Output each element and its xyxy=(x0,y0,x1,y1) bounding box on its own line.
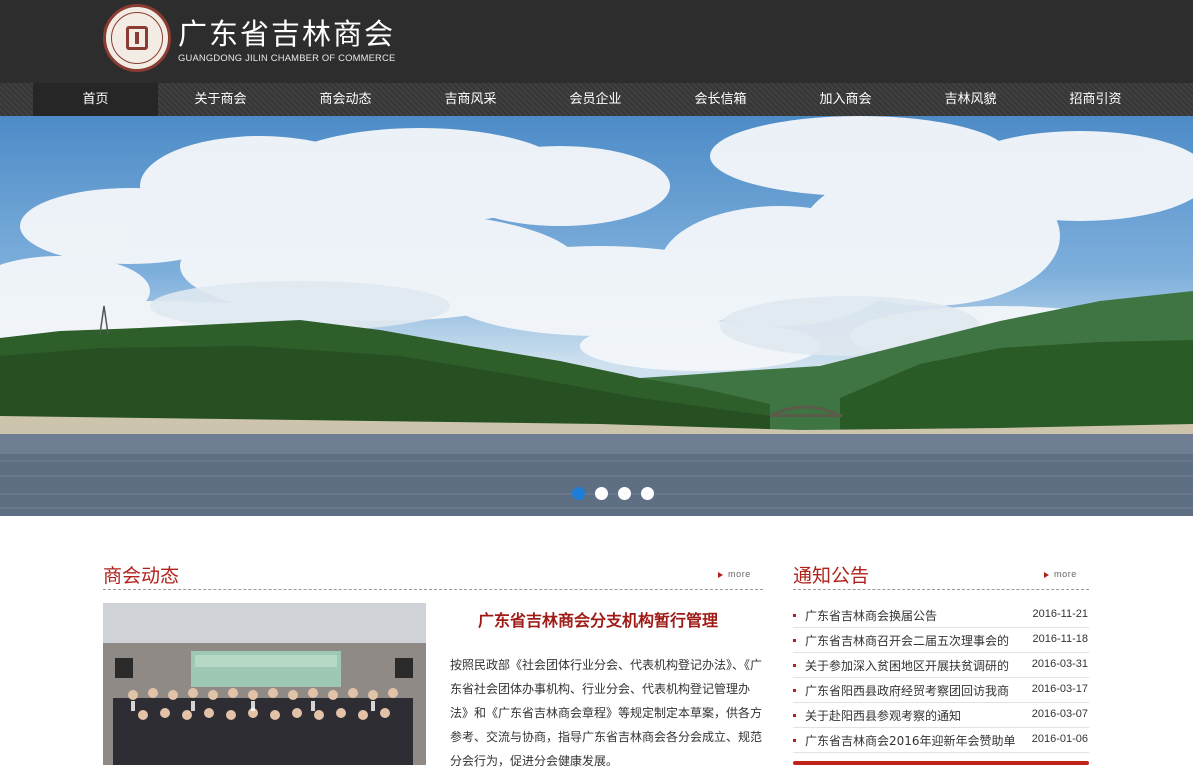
bullet-icon xyxy=(793,689,796,692)
notice-section-title[interactable]: 通知公告 xyxy=(793,561,869,588)
nav-item-member-companies[interactable]: 会员企业 xyxy=(533,83,658,116)
slider-dot-3[interactable] xyxy=(618,487,631,500)
slider-dot-4[interactable] xyxy=(641,487,654,500)
landscape-image xyxy=(0,116,1193,516)
hero-banner[interactable] xyxy=(0,116,1193,516)
notice-item[interactable]: 广东省吉林商会2016年迎新年会赞助单 2016-01-06 xyxy=(793,728,1089,753)
slider-dot-1[interactable] xyxy=(572,487,585,500)
site-header: 广东省吉林商会 GUANGDONG JILIN CHAMBER OF COMME… xyxy=(0,0,1193,83)
notice-item[interactable]: 广东省吉林商会换届公告 2016-11-21 xyxy=(793,603,1089,628)
site-subtitle: GUANGDONG JILIN CHAMBER OF COMMERCE xyxy=(178,52,396,63)
news-headline[interactable]: 广东省吉林商会分支机构暂行管理 xyxy=(478,607,718,631)
notice-item[interactable]: 关于参加深入贫困地区开展扶贫调研的 2016-03-31 xyxy=(793,653,1089,678)
nav-item-investment[interactable]: 招商引资 xyxy=(1033,83,1158,116)
bullet-icon xyxy=(793,614,796,617)
bullet-icon xyxy=(793,739,796,742)
notice-title[interactable]: 广东省吉林商会换届公告 xyxy=(805,607,1017,624)
nav-item-join[interactable]: 加入商会 xyxy=(783,83,908,116)
notice-divider xyxy=(793,589,1089,590)
nav-item-news[interactable]: 商会动态 xyxy=(283,83,408,116)
bullet-icon xyxy=(793,639,796,642)
notice-list: 广东省吉林商会换届公告 2016-11-21 广东省吉林商召开会二届五次理事会的… xyxy=(793,603,1089,753)
nav-item-members-style[interactable]: 吉商风采 xyxy=(408,83,533,116)
notice-title[interactable]: 广东省阳西县政府经贸考察团回访我商 xyxy=(805,682,1017,699)
news-divider xyxy=(103,589,763,590)
news-section-title[interactable]: 商会动态 xyxy=(103,561,179,588)
nav-item-president-mailbox[interactable]: 会长信箱 xyxy=(658,83,783,116)
notice-title[interactable]: 广东省吉林商会2016年迎新年会赞助单 xyxy=(805,732,1017,749)
slider-dot-2[interactable] xyxy=(595,487,608,500)
notice-item[interactable]: 广东省吉林商召开会二届五次理事会的 2016-11-18 xyxy=(793,628,1089,653)
nav-item-home[interactable]: 首页 xyxy=(33,83,158,116)
notice-more-link[interactable]: more xyxy=(1044,569,1077,579)
notice-title[interactable]: 关于参加深入贫困地区开展扶贫调研的 xyxy=(805,657,1017,674)
bullet-icon xyxy=(793,714,796,717)
site-title[interactable]: 广东省吉林商会 xyxy=(178,11,395,53)
news-photo[interactable] xyxy=(103,603,426,765)
group-photo-image xyxy=(103,603,426,765)
news-more-link[interactable]: more xyxy=(718,569,751,579)
main-nav: 首页 关于商会 商会动态 吉商风采 会员企业 会长信箱 加入商会 吉林风貌 招商… xyxy=(0,83,1193,116)
notice-scroll-bar[interactable] xyxy=(793,761,1089,765)
notice-title[interactable]: 关于赴阳西县参观考察的通知 xyxy=(805,707,1017,724)
nav-item-about[interactable]: 关于商会 xyxy=(158,83,283,116)
notice-item[interactable]: 关于赴阳西县参观考察的通知 2016-03-07 xyxy=(793,703,1089,728)
notice-title[interactable]: 广东省吉林商召开会二届五次理事会的 xyxy=(805,632,1017,649)
notice-date: 2016-03-31 xyxy=(1031,658,1088,670)
seal-logo-icon[interactable] xyxy=(103,4,171,72)
seal-mark xyxy=(126,26,148,50)
notice-date: 2016-03-17 xyxy=(1031,683,1088,695)
notice-date: 2016-11-18 xyxy=(1032,633,1088,645)
notice-date: 2016-03-07 xyxy=(1031,708,1088,720)
news-summary: 按照民政部《社会团体行业分会、代表机构登记办法》、《广东省社会团体办事机构、行业… xyxy=(450,658,763,768)
bullet-icon xyxy=(793,664,796,667)
notice-item[interactable]: 广东省阳西县政府经贸考察团回访我商 2016-03-17 xyxy=(793,678,1089,703)
nav-item-jilin-scenery[interactable]: 吉林风貌 xyxy=(908,83,1033,116)
notice-date: 2016-11-21 xyxy=(1032,608,1088,620)
notice-date: 2016-01-06 xyxy=(1031,733,1088,745)
